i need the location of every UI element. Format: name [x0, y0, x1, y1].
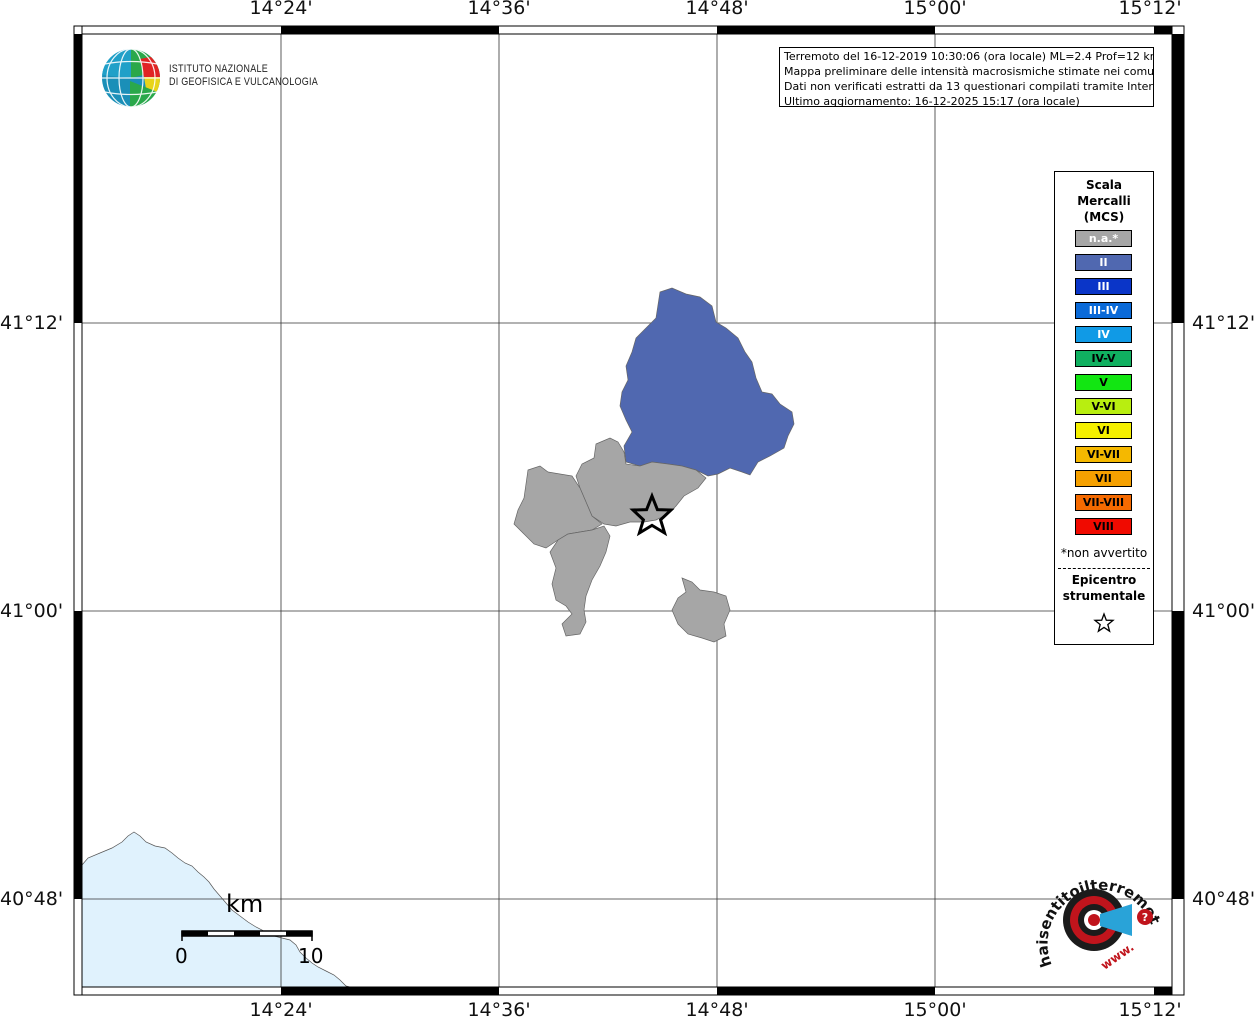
- legend-swatch: V: [1075, 374, 1132, 391]
- ingv-globe-logo: [102, 48, 160, 108]
- institute-line-2: DI GEOFISICA E VULCANOLOGIA: [169, 76, 318, 88]
- legend-title: Scala Mercalli (MCS): [1055, 177, 1153, 225]
- lon-label-top: 15°12': [1118, 0, 1182, 19]
- epicenter-legend-label: Epicentro strumentale: [1055, 572, 1153, 604]
- scale-bar-unit: km: [226, 890, 264, 918]
- lon-label-bottom: 14°48': [685, 999, 749, 1021]
- lon-label-top: 14°48': [685, 0, 749, 19]
- legend-swatch: VI: [1075, 422, 1132, 439]
- lon-label-top: 15°00': [903, 0, 967, 19]
- haisentito-logo: haisentitoilterremoto.it www. ?: [1032, 860, 1162, 973]
- lat-label-left: 40°48': [0, 888, 64, 910]
- institute-line-1: ISTITUTO NAZIONALE: [169, 63, 268, 75]
- legend-note: *non avvertito: [1060, 546, 1148, 560]
- lon-label-top: 14°24': [249, 0, 313, 19]
- legend-separator: [1058, 568, 1150, 569]
- event-info-line: Mappa preliminare delle intensità macros…: [784, 65, 1154, 78]
- svg-text:?: ?: [1142, 911, 1148, 924]
- intensity-legend: Scala Mercalli (MCS) n.a.* II III III-IV IV I…: [1054, 171, 1154, 645]
- legend-swatch: III-IV: [1075, 302, 1132, 319]
- event-info-line: Terremoto del 16-12-2019 10:30:06 (ora l…: [784, 50, 1154, 63]
- legend-swatch: IV-V: [1075, 350, 1132, 367]
- legend-swatch: IV: [1075, 326, 1132, 343]
- lon-label-bottom: 14°36': [467, 999, 531, 1021]
- legend-swatch: III: [1075, 278, 1132, 295]
- lon-label-bottom: 15°00': [903, 999, 967, 1021]
- lon-label-bottom: 15°12': [1118, 999, 1182, 1021]
- legend-swatch: VII-VIII: [1075, 494, 1132, 511]
- epicenter-legend-text: Epicentro strumentale: [1062, 573, 1146, 603]
- legend-swatch: VIII: [1075, 518, 1132, 535]
- legend-swatch: VI-VII: [1075, 446, 1132, 463]
- legend-swatch: V-VI: [1075, 398, 1132, 415]
- lat-label-right: 41°00': [1192, 600, 1256, 622]
- lat-label-right: 40°48': [1192, 888, 1256, 910]
- scale-bar-end: 10: [298, 944, 324, 968]
- lon-label-top: 14°36': [467, 0, 531, 19]
- legend-swatch: II: [1075, 254, 1132, 271]
- legend-swatch: n.a.*: [1075, 230, 1132, 247]
- event-info-line: Dati non verificati estratti da 13 quest…: [784, 80, 1154, 93]
- epicenter-legend-star-icon: [1093, 612, 1115, 633]
- lat-label-left: 41°12': [0, 312, 64, 334]
- event-info-box: Terremoto del 16-12-2019 10:30:06 (ora l…: [779, 47, 1154, 107]
- lat-label-left: 41°00': [0, 600, 64, 622]
- event-info-line: Ultimo aggiornamento: 16-12-2025 15:17 (…: [784, 95, 1080, 107]
- lon-label-bottom: 14°24': [249, 999, 313, 1021]
- institute-name: ISTITUTO NAZIONALE DI GEOFISICA E VULCAN…: [169, 63, 318, 89]
- legend-title-text: Scala Mercalli (MCS): [1077, 178, 1131, 224]
- legend-swatch: VII: [1075, 470, 1132, 487]
- scale-bar-start: 0: [175, 944, 188, 968]
- lat-label-right: 41°12': [1192, 312, 1256, 334]
